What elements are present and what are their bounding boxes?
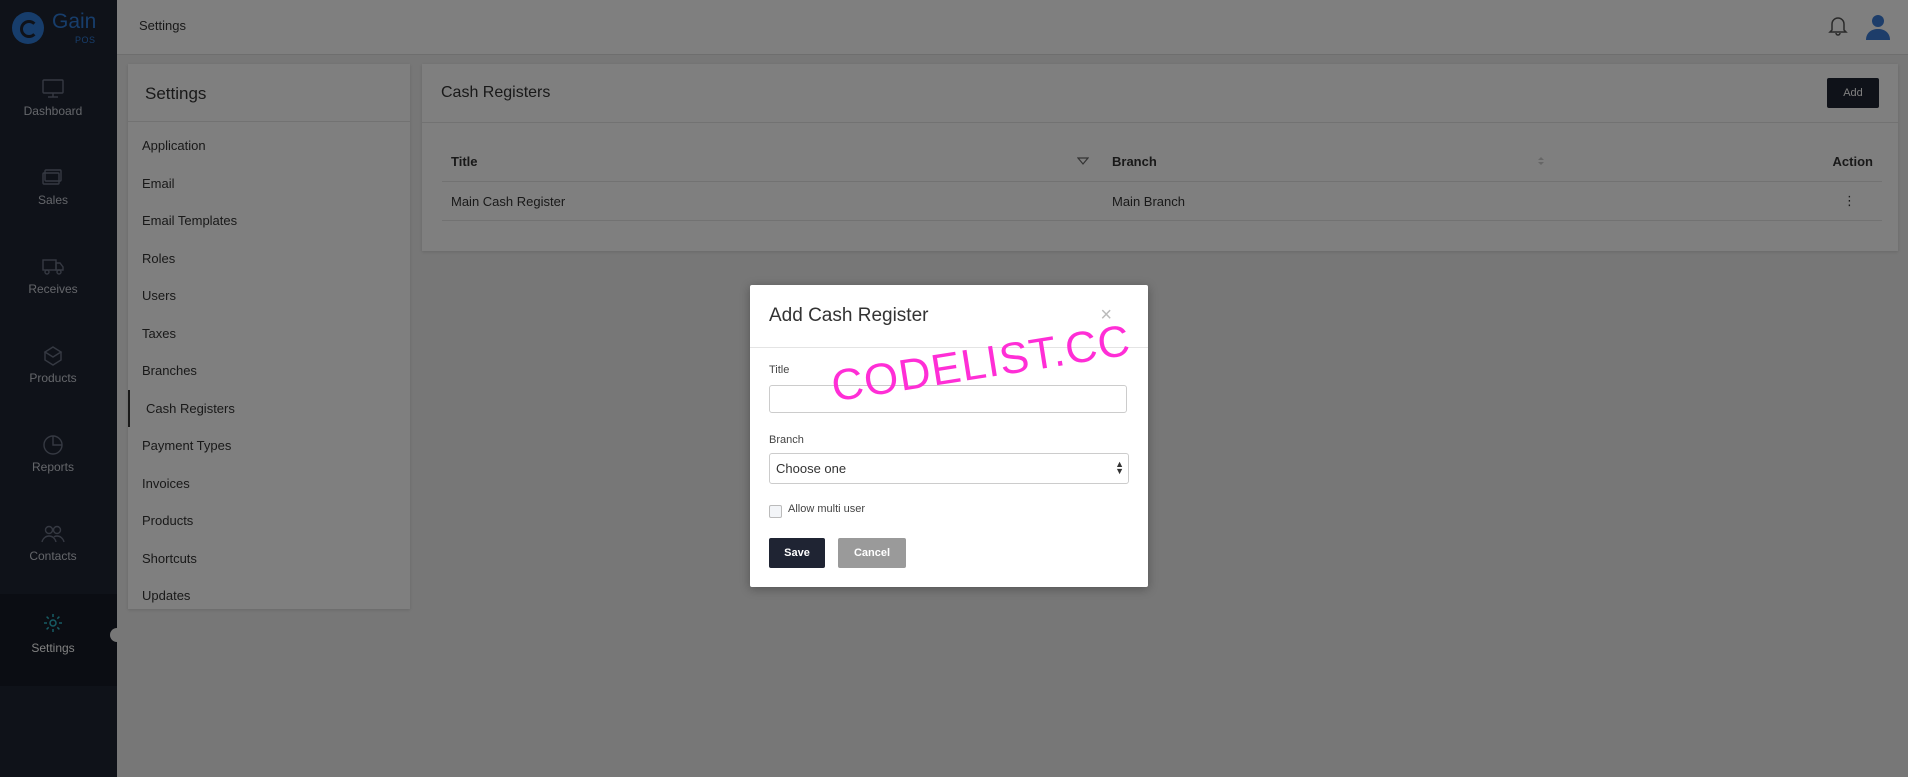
branch-field-label: Branch [769, 434, 804, 446]
branch-select[interactable]: Choose one ▲ ▼ [769, 453, 1129, 484]
dialog-title: Add Cash Register [769, 305, 929, 326]
cancel-button[interactable]: Cancel [838, 538, 906, 568]
select-arrows-icon: ▲ ▼ [1115, 459, 1124, 476]
allow-multi-user-label[interactable]: Allow multi user [788, 503, 865, 515]
title-field-label: Title [769, 364, 790, 376]
allow-multi-user-checkbox[interactable] [769, 505, 782, 518]
branch-select-value: Choose one [776, 461, 847, 476]
save-button[interactable]: Save [769, 538, 825, 568]
